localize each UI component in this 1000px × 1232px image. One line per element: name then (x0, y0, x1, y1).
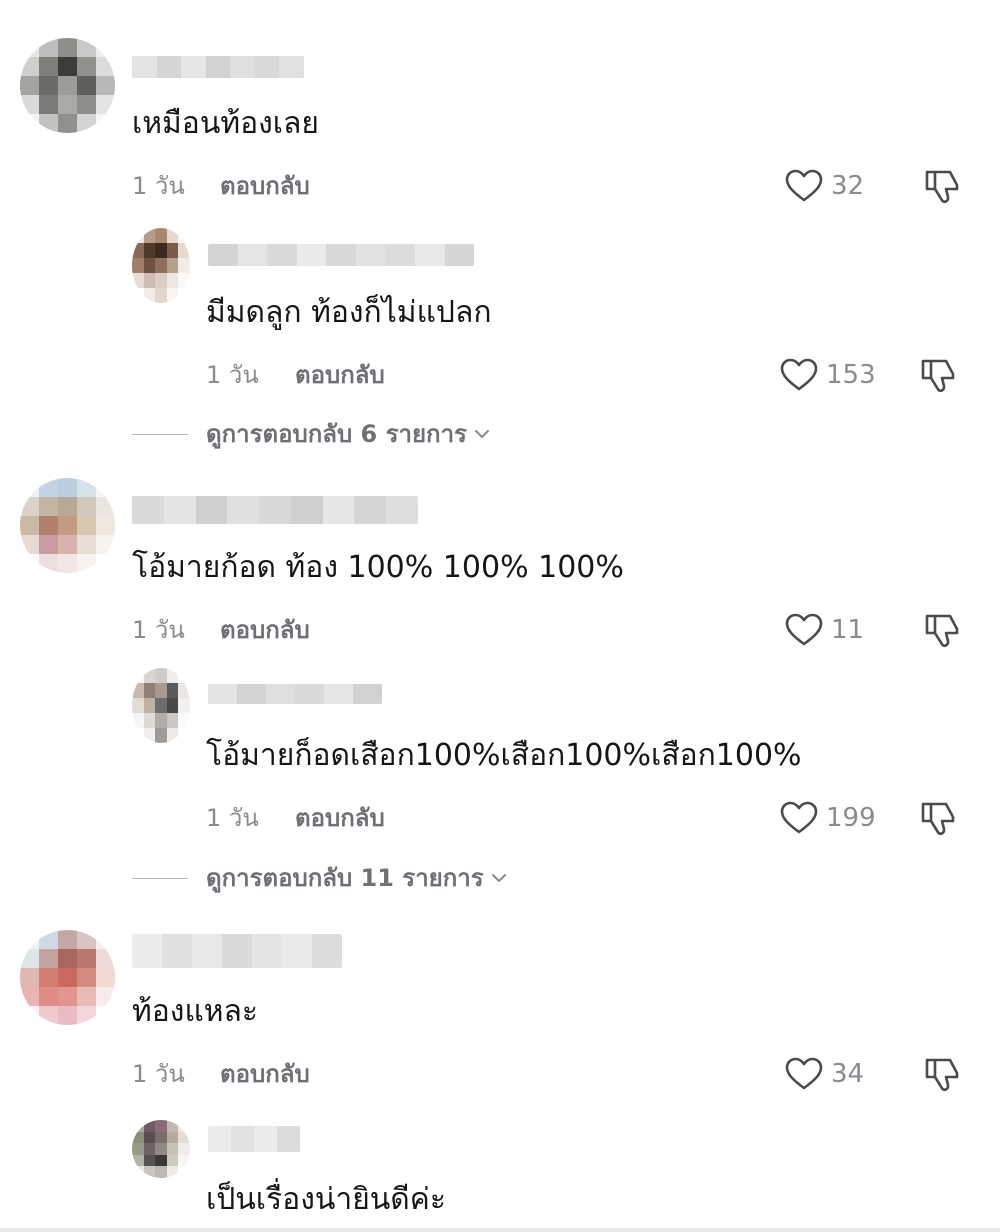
divider (0, 1228, 1000, 1232)
username-blurred[interactable] (132, 56, 304, 78)
comment-text: เหมือนท้องเลย (132, 106, 319, 141)
like-count: 34 (831, 1059, 865, 1089)
like-button[interactable]: 34 (785, 1057, 864, 1091)
avatar[interactable] (20, 930, 115, 1025)
thumbs-down-icon (925, 170, 959, 203)
thumbs-down-icon (925, 614, 959, 647)
comment-time: 1 วัน (132, 1060, 185, 1088)
divider (132, 433, 188, 435)
reply-time: 1 วัน (206, 361, 259, 389)
chevron-down-icon (491, 874, 506, 882)
reply-text: มีมดลูก ท้องก็ไม่แปลก (206, 295, 492, 330)
like-button[interactable]: 11 (785, 613, 864, 647)
dislike-button[interactable] (922, 610, 962, 650)
reply-text: เป็นเรื่องน่ายินดีค่ะ (206, 1182, 446, 1217)
heart-outline-icon (785, 613, 823, 646)
username-blurred[interactable] (208, 244, 474, 266)
heart-outline-icon (780, 801, 818, 834)
thumbs-down-icon (925, 1058, 959, 1091)
avatar[interactable] (20, 38, 115, 133)
thumbs-down-icon (921, 802, 955, 835)
like-count: 32 (831, 171, 865, 201)
view-replies-label: ดูการตอบกลับ 11 รายการ (206, 864, 484, 892)
avatar[interactable] (132, 228, 190, 303)
comment-text: ท้องแหละ (132, 994, 259, 1029)
view-replies-label: ดูการตอบกลับ 6 รายการ (206, 420, 467, 448)
avatar[interactable] (20, 478, 115, 573)
like-count: 199 (826, 803, 876, 833)
dislike-button[interactable] (922, 166, 962, 206)
reply-button[interactable]: ตอบกลับ (220, 1059, 310, 1089)
avatar[interactable] (132, 668, 190, 743)
dislike-button[interactable] (918, 798, 958, 838)
reply-text: โอ้มายก็อดเสือก100%เสือก100%เสือก100% (206, 738, 802, 773)
comment-time: 1 วัน (132, 172, 185, 200)
username-blurred[interactable] (208, 684, 382, 704)
heart-outline-icon (785, 1057, 823, 1090)
thumbs-down-icon (921, 359, 955, 392)
comment-time: 1 วัน (132, 616, 185, 644)
reply-button[interactable]: ตอบกลับ (220, 615, 310, 645)
like-button[interactable]: 153 (780, 358, 876, 392)
comment-text: โอ้มายก้อด ท้อง 100% 100% 100% (132, 550, 624, 585)
comment-thread: เหมือนท้องเลย 1 วัน ตอบกลับ 32 มีมดลูก ท… (0, 0, 1000, 1232)
username-blurred[interactable] (132, 496, 418, 524)
username-blurred[interactable] (132, 934, 342, 968)
reply-time: 1 วัน (206, 804, 259, 832)
view-replies-button[interactable]: ดูการตอบกลับ 6 รายการ (132, 419, 491, 449)
reply-button[interactable]: ตอบกลับ (295, 360, 385, 390)
dislike-button[interactable] (922, 1054, 962, 1094)
username-blurred[interactable] (208, 1126, 300, 1152)
avatar[interactable] (132, 1120, 190, 1178)
like-button[interactable]: 199 (780, 801, 876, 835)
reply-button[interactable]: ตอบกลับ (295, 803, 385, 833)
reply-button[interactable]: ตอบกลับ (220, 171, 310, 201)
chevron-down-icon (474, 430, 489, 438)
like-count: 11 (831, 615, 865, 645)
heart-outline-icon (780, 358, 818, 391)
view-replies-button[interactable]: ดูการตอบกลับ 11 รายการ (132, 863, 508, 893)
like-button[interactable]: 32 (785, 169, 864, 203)
dislike-button[interactable] (918, 355, 958, 395)
heart-outline-icon (785, 169, 823, 202)
divider (132, 877, 188, 879)
like-count: 153 (826, 360, 876, 390)
